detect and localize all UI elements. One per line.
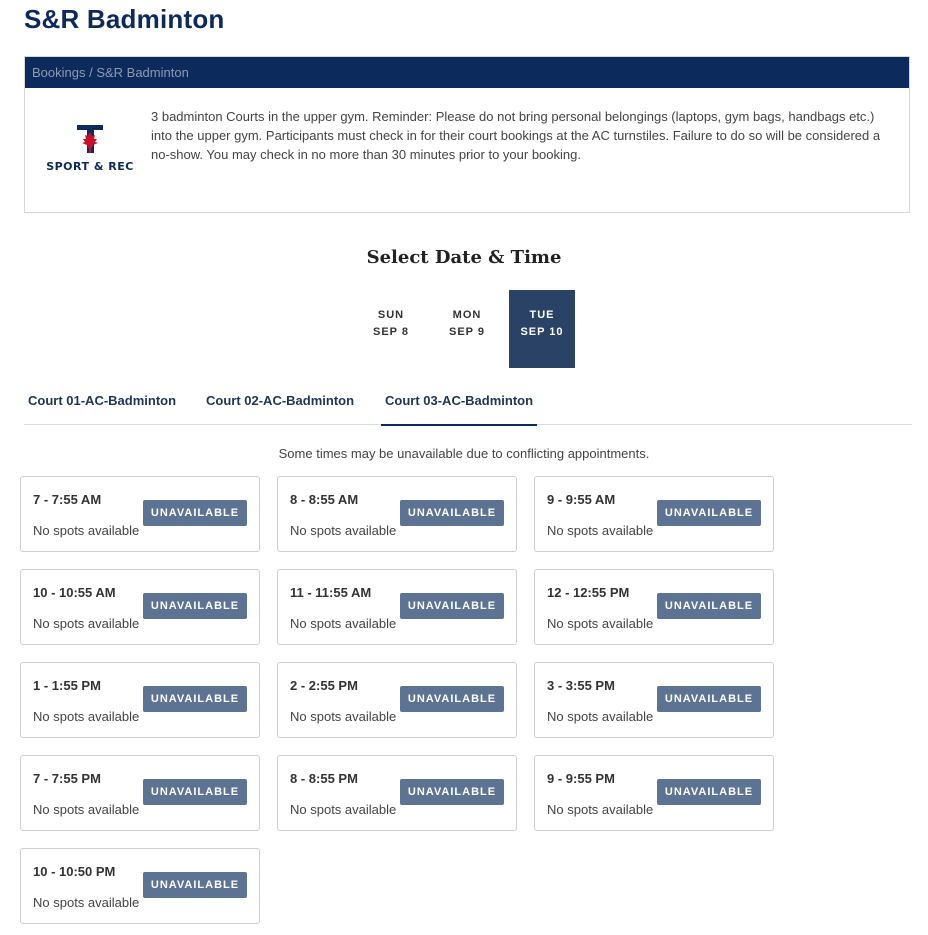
date-tab-mon-sep-9[interactable]: MON SEP 9 — [434, 290, 500, 368]
time-slot-card: 8 - 8:55 AM No spots available UNAVAILAB… — [277, 476, 517, 552]
date-month-day: SEP 9 — [449, 326, 485, 338]
unavailable-button[interactable]: UNAVAILABLE — [143, 500, 247, 526]
slot-availability: No spots available — [33, 523, 140, 538]
slot-time: 2 - 2:55 PM — [290, 678, 358, 693]
availability-notice: Some times may be unavailable due to con… — [278, 446, 650, 461]
slot-time: 10 - 10:55 AM — [33, 585, 116, 600]
time-slot-card: 3 - 3:55 PM No spots available UNAVAILAB… — [534, 662, 774, 738]
slot-time: 11 - 11:55 AM — [290, 585, 372, 600]
time-slot-card: 10 - 10:50 PM No spots available UNAVAIL… — [20, 848, 260, 924]
slot-availability: No spots available — [33, 616, 140, 631]
slot-time: 8 - 8:55 AM — [290, 492, 359, 507]
unavailable-button[interactable]: UNAVAILABLE — [400, 779, 504, 805]
unavailable-button[interactable]: UNAVAILABLE — [400, 500, 504, 526]
slot-availability: No spots available — [290, 523, 397, 538]
slot-availability: No spots available — [290, 709, 397, 724]
slot-availability: No spots available — [290, 616, 397, 631]
time-slot-card: 9 - 9:55 PM No spots available UNAVAILAB… — [534, 755, 774, 831]
slot-time: 10 - 10:50 PM — [33, 864, 116, 879]
unavailable-button[interactable]: UNAVAILABLE — [143, 593, 247, 619]
slot-time: 7 - 7:55 PM — [33, 771, 101, 786]
breadcrumb: Bookings / S&R Badminton — [25, 57, 909, 88]
maple-leaf-icon — [82, 132, 98, 153]
unavailable-button[interactable]: UNAVAILABLE — [143, 779, 247, 805]
unavailable-button[interactable]: UNAVAILABLE — [657, 779, 761, 805]
time-slot-card: 8 - 8:55 PM No spots available UNAVAILAB… — [277, 755, 517, 831]
slot-time: 9 - 9:55 PM — [547, 771, 615, 786]
booking-info-panel: Bookings / S&R Badminton SPORT & REC 3 b… — [24, 56, 910, 213]
time-slot-card: 7 - 7:55 AM No spots available UNAVAILAB… — [20, 476, 260, 552]
slot-time: 8 - 8:55 PM — [290, 771, 358, 786]
slot-availability: No spots available — [547, 709, 654, 724]
tab-court-02[interactable]: Court 02-AC-Badminton — [202, 384, 358, 424]
unavailable-button[interactable]: UNAVAILABLE — [657, 593, 761, 619]
slot-time: 7 - 7:55 AM — [33, 492, 102, 507]
court-description: 3 badminton Courts in the upper gym. Rem… — [151, 109, 881, 162]
time-slot-card: 2 - 2:55 PM No spots available UNAVAILAB… — [277, 662, 517, 738]
slot-availability: No spots available — [547, 616, 654, 631]
slot-time: 1 - 1:55 PM — [33, 678, 101, 693]
unavailable-button[interactable]: UNAVAILABLE — [400, 686, 504, 712]
time-slot-card: 7 - 7:55 PM No spots available UNAVAILAB… — [20, 755, 260, 831]
unavailable-button[interactable]: UNAVAILABLE — [400, 593, 504, 619]
time-slot-card: 10 - 10:55 AM No spots available UNAVAIL… — [20, 569, 260, 645]
slot-availability: No spots available — [547, 523, 654, 538]
date-tab-tue-sep-10[interactable]: TUE SEP 10 — [509, 290, 575, 368]
select-date-time-heading: Select Date & Time — [366, 247, 562, 268]
date-dow: SUN — [377, 309, 405, 321]
time-slot-card: 1 - 1:55 PM No spots available UNAVAILAB… — [20, 662, 260, 738]
date-month-day: SEP 8 — [373, 326, 409, 338]
sport-rec-logo: SPORT & REC — [46, 124, 133, 178]
date-month-day: SEP 10 — [520, 326, 564, 338]
slot-availability: No spots available — [33, 802, 140, 817]
time-slot-card: 12 - 12:55 PM No spots available UNAVAIL… — [534, 569, 774, 645]
slot-availability: No spots available — [33, 895, 140, 910]
date-tab-sun-sep-8[interactable]: SUN SEP 8 — [358, 290, 424, 368]
slot-availability: No spots available — [33, 709, 140, 724]
date-dow: TUE — [529, 309, 555, 321]
time-slot-card: 11 - 11:55 AM No spots available UNAVAIL… — [277, 569, 517, 645]
date-dow: MON — [452, 309, 482, 321]
unavailable-button[interactable]: UNAVAILABLE — [143, 686, 247, 712]
tab-court-03[interactable]: Court 03-AC-Badminton — [381, 384, 538, 426]
unavailable-button[interactable]: UNAVAILABLE — [657, 500, 761, 526]
slot-availability: No spots available — [290, 802, 397, 817]
svg-text:SPORT & REC: SPORT & REC — [47, 160, 133, 173]
slot-time: 3 - 3:55 PM — [547, 678, 615, 693]
slot-availability: No spots available — [547, 802, 654, 817]
time-slot-card: 9 - 9:55 AM No spots available UNAVAILAB… — [534, 476, 774, 552]
tab-court-01[interactable]: Court 01-AC-Badminton — [24, 384, 180, 424]
court-tabs: Court 01-AC-Badminton Court 02-AC-Badmin… — [24, 384, 912, 426]
slot-time: 12 - 12:55 PM — [547, 585, 630, 600]
unavailable-button[interactable]: UNAVAILABLE — [143, 872, 247, 898]
unavailable-button[interactable]: UNAVAILABLE — [657, 686, 761, 712]
page-title: S&R Badminton — [24, 4, 225, 34]
slot-time: 9 - 9:55 AM — [547, 492, 616, 507]
